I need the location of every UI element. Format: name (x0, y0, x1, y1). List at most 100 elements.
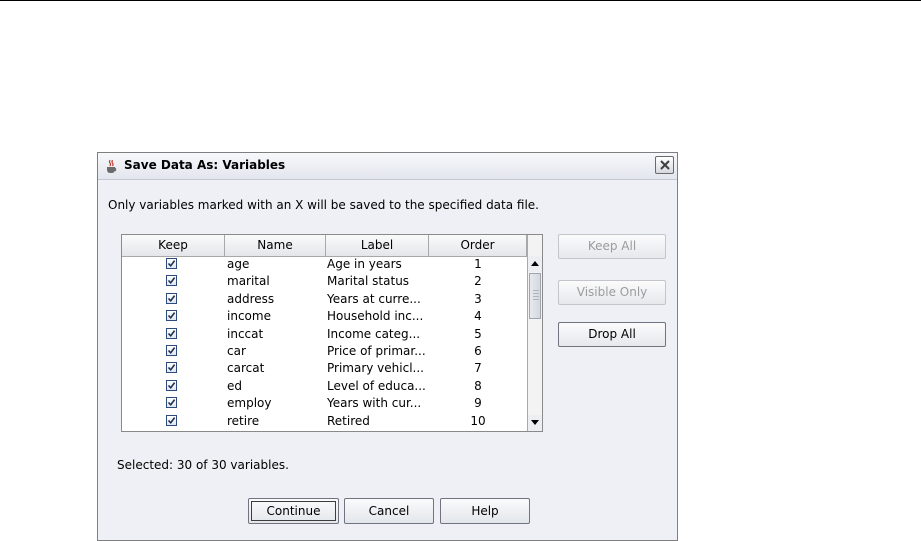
scroll-thumb[interactable] (529, 273, 541, 319)
table-row[interactable]: carcat Primary vehicl... 7 (122, 360, 527, 377)
keep-checkbox[interactable] (166, 327, 177, 339)
table-header: Keep Name Label Order (122, 235, 527, 257)
table-row[interactable]: address Years at curre... 3 (122, 291, 527, 308)
scroll-down-button[interactable] (528, 415, 542, 431)
table-row[interactable]: retire Retired 10 (122, 413, 527, 430)
name-cell: age (227, 257, 250, 271)
table-row[interactable]: employ Years with cur... 9 (122, 395, 527, 412)
scroll-up-button[interactable] (528, 256, 542, 272)
table-row[interactable]: age Age in years 1 (122, 256, 527, 273)
keep-cell (122, 326, 225, 343)
order-cell: 2 (474, 274, 482, 289)
cancel-label: Cancel (368, 504, 410, 518)
visible-only-label: Visible Only (576, 285, 648, 299)
checkbox-checked-icon (167, 277, 176, 285)
checkbox-checked-icon (167, 312, 176, 320)
keep-checkbox[interactable] (166, 362, 177, 374)
save-data-variables-dialog: Save Data As: Variables Only variables m… (97, 152, 678, 541)
keep-cell (122, 308, 225, 325)
column-header-label[interactable]: Label (326, 235, 429, 256)
keep-checkbox[interactable] (166, 275, 177, 287)
checkbox-checked-icon (167, 260, 176, 268)
continue-label: Continue (266, 504, 321, 518)
table-body: age Age in years 1 marital Marital statu… (122, 256, 527, 431)
keep-checkbox[interactable] (166, 344, 177, 356)
checkbox-checked-icon (167, 381, 176, 389)
dialog-title: Save Data As: Variables (124, 158, 286, 172)
name-cell: income (227, 309, 271, 324)
label-cell: Household inc... (327, 309, 424, 324)
table-row[interactable]: income Household inc... 4 (122, 308, 527, 325)
keep-checkbox[interactable] (166, 414, 177, 426)
order-cell: 1 (474, 257, 482, 271)
drop-all-button[interactable]: Drop All (558, 322, 666, 347)
vertical-scrollbar[interactable] (527, 235, 542, 431)
order-cell: 4 (474, 309, 482, 324)
continue-button[interactable]: Continue (248, 498, 339, 524)
keep-checkbox[interactable] (166, 258, 177, 269)
label-cell: Primary vehicl... (327, 361, 424, 376)
name-cell: carcat (227, 361, 265, 376)
scroll-grip-icon (533, 290, 539, 302)
scroll-up-arrow-icon (531, 261, 539, 266)
name-cell: ed (227, 378, 242, 393)
order-cell: 10 (470, 413, 486, 428)
checkbox-checked-icon (167, 329, 176, 337)
checkbox-checked-icon (167, 399, 176, 407)
table-row[interactable]: marital Marital status 2 (122, 273, 527, 290)
order-cell: 7 (474, 361, 482, 376)
visible-only-button[interactable]: Visible Only (558, 280, 666, 305)
keep-cell (122, 291, 225, 308)
column-header-order[interactable]: Order (429, 235, 527, 256)
name-cell: marital (227, 274, 270, 289)
label-cell: Years with cur... (327, 396, 422, 411)
selection-status: Selected: 30 of 30 variables. (117, 458, 289, 472)
name-cell: retire (227, 413, 260, 428)
table-row[interactable]: inccat Income categ... 5 (122, 326, 527, 343)
order-cell: 6 (474, 343, 482, 358)
help-button[interactable]: Help (440, 498, 530, 524)
java-cup-icon (104, 158, 120, 174)
keep-cell (122, 360, 225, 377)
variables-table: Keep Name Label Order age Age in years 1… (121, 234, 543, 432)
keep-checkbox[interactable] (166, 310, 177, 322)
keep-checkbox[interactable] (166, 379, 177, 391)
column-header-keep[interactable]: Keep (122, 235, 225, 256)
order-cell: 3 (474, 291, 482, 306)
close-button[interactable] (655, 156, 674, 174)
label-cell: Income categ... (327, 326, 421, 341)
keep-checkbox[interactable] (166, 292, 177, 304)
drop-all-label: Drop All (588, 327, 636, 341)
cancel-button[interactable]: Cancel (344, 498, 434, 524)
label-cell: Retired (327, 413, 370, 428)
label-cell: Marital status (327, 274, 410, 289)
table-row[interactable]: ed Level of educa... 8 (122, 378, 527, 395)
keep-cell (122, 273, 225, 290)
help-label: Help (471, 504, 499, 518)
order-cell: 8 (474, 378, 482, 393)
close-icon (660, 160, 670, 170)
top-divider-line (0, 0, 921, 1)
checkbox-checked-icon (167, 347, 176, 354)
title-bar[interactable]: Save Data As: Variables (98, 153, 677, 180)
keep-cell (122, 378, 225, 395)
order-cell: 9 (474, 396, 482, 411)
keep-cell (122, 413, 225, 430)
scroll-down-arrow-icon (531, 420, 539, 425)
label-cell: Level of educa... (327, 378, 426, 393)
table-row[interactable]: car Price of primar... 6 (122, 343, 527, 360)
checkbox-checked-icon (167, 416, 176, 424)
name-cell: inccat (227, 326, 264, 341)
name-cell: employ (227, 396, 272, 411)
name-cell: car (227, 343, 246, 358)
keep-cell (122, 343, 225, 360)
label-cell: Age in years (327, 257, 402, 271)
column-header-name[interactable]: Name (225, 235, 326, 256)
keep-checkbox[interactable] (166, 397, 177, 409)
label-cell: Price of primar... (327, 343, 426, 358)
instruction-text: Only variables marked with an X will be … (108, 198, 539, 212)
checkbox-checked-icon (167, 364, 176, 372)
keep-all-label: Keep All (587, 239, 637, 253)
checkbox-checked-icon (167, 294, 176, 302)
keep-all-button[interactable]: Keep All (558, 234, 666, 259)
